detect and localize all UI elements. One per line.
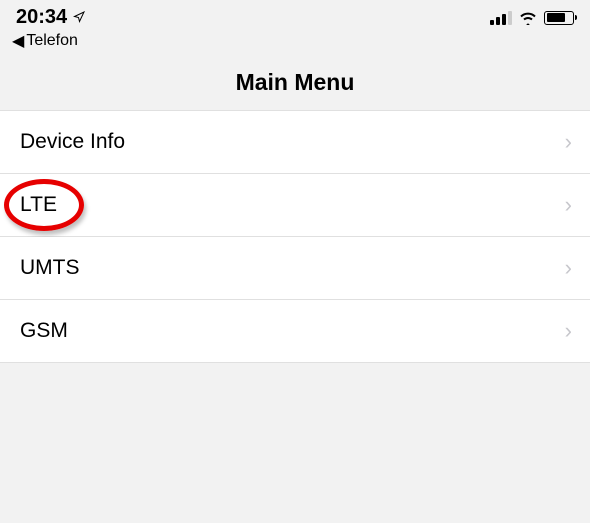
battery-icon [544, 11, 574, 25]
chevron-right-icon: › [565, 318, 572, 344]
menu-item-device-info[interactable]: Device Info › [0, 111, 590, 174]
wifi-icon [518, 11, 538, 25]
status-bar: 20:34 [0, 0, 590, 31]
chevron-right-icon: › [565, 192, 572, 218]
back-navigation[interactable]: ◀ Telefon [0, 31, 590, 61]
status-left: 20:34 [16, 6, 85, 29]
status-time: 20:34 [16, 6, 67, 29]
location-icon [73, 10, 85, 26]
menu-item-label: Device Info [20, 130, 125, 154]
chevron-right-icon: › [565, 129, 572, 155]
page-header: Main Menu [0, 61, 590, 110]
cellular-signal-icon [490, 11, 512, 25]
menu-item-umts[interactable]: UMTS › [0, 237, 590, 300]
menu-item-label: LTE [20, 193, 57, 217]
back-arrow-icon: ◀ [12, 31, 24, 51]
menu-item-label: UMTS [20, 256, 80, 280]
menu-item-gsm[interactable]: GSM › [0, 300, 590, 363]
back-label: Telefon [26, 32, 78, 50]
main-menu-list: Device Info › LTE › UMTS › GSM › [0, 110, 590, 363]
menu-item-label: GSM [20, 319, 68, 343]
chevron-right-icon: › [565, 255, 572, 281]
page-title: Main Menu [0, 69, 590, 96]
status-right [490, 11, 574, 25]
menu-item-lte[interactable]: LTE › [0, 174, 590, 237]
